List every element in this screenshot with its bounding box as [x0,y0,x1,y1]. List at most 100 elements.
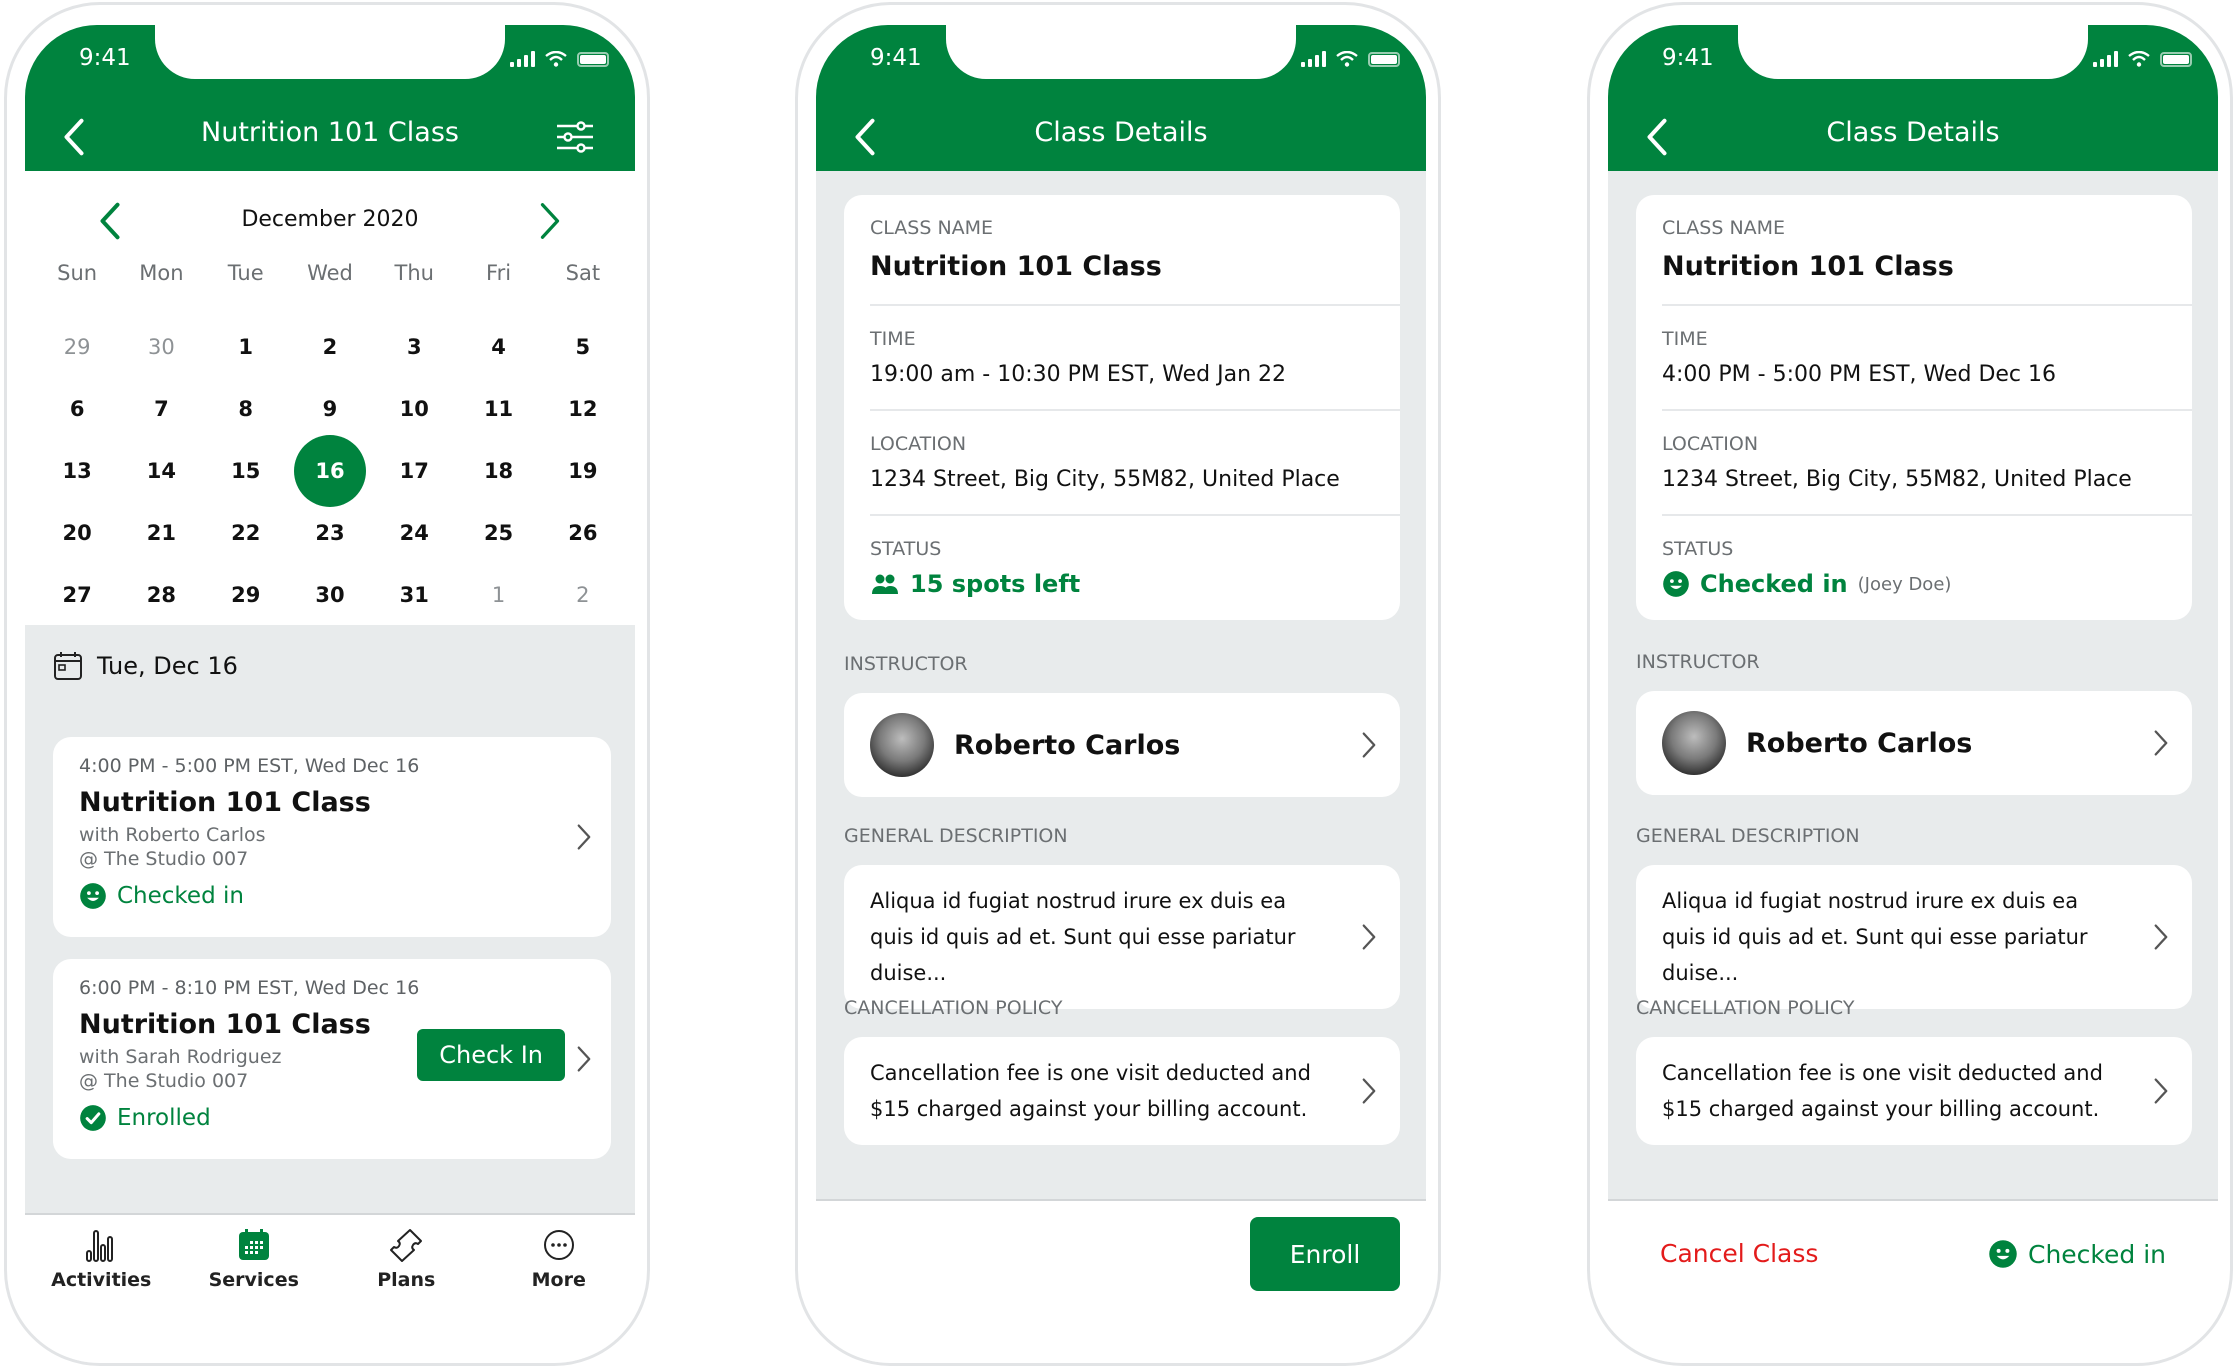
tab-services[interactable]: Services [178,1215,331,1363]
tab-plans[interactable]: Plans [330,1215,483,1363]
class-instructor: with Roberto Carlos [79,824,266,846]
tab-activities[interactable]: Activities [25,1215,178,1363]
calendar-day[interactable]: 30 [119,316,203,378]
status-time: 9:41 [1662,45,1714,71]
calendar-day[interactable]: 10 [372,378,456,440]
calendar-day[interactable]: 27 [35,564,119,626]
class-time: 6:00 PM - 8:10 PM EST, Wed Dec 16 [79,977,420,999]
status-time: 9:41 [870,45,922,71]
calendar-icon [238,1229,269,1260]
signal-icon [1301,51,1326,67]
calendar-day[interactable]: 2 [288,316,372,378]
status-row: STATUS 15 spots left [870,516,1400,620]
chevron-right-icon [1360,923,1378,951]
calendar-day[interactable]: 8 [204,378,288,440]
weekday-label: Mon [139,261,184,285]
time-label: TIME [870,328,916,350]
calendar-day[interactable]: 13 [35,440,119,502]
calendar-day[interactable]: 28 [119,564,203,626]
calendar-day-number: 31 [399,583,429,607]
calendar-day[interactable]: 1 [204,316,288,378]
calendar-day[interactable]: 18 [456,440,540,502]
calendar-day-number: 29 [63,335,91,359]
policy-row[interactable]: Cancellation fee is one visit deducted a… [844,1037,1400,1145]
bottom-action-bar: Enroll [816,1199,1426,1363]
page-title: Class Details [1826,117,2000,148]
calendar-day[interactable]: 19 [541,440,625,502]
ticket-icon [390,1229,423,1262]
calendar-day[interactable]: 5 [541,316,625,378]
calendar-day[interactable]: 15 [204,440,288,502]
calendar-day[interactable]: 30 [288,564,372,626]
calendar-day-number: 2 [322,335,338,359]
calendar-day[interactable]: 25 [456,502,540,564]
instructor-row[interactable]: Roberto Carlos [1636,691,2192,795]
calendar-day[interactable]: 21 [119,502,203,564]
calendar-day[interactable]: 2 [541,564,625,626]
policy-row[interactable]: Cancellation fee is one visit deducted a… [1636,1037,2192,1145]
filter-icon[interactable] [555,117,595,157]
phone-class-details-checked-in: 9:41 Class Details CLASS NAME Nutrition … [1587,2,2233,1366]
time-row: TIME 4:00 PM - 5:00 PM EST, Wed Dec 16 [1662,306,2192,411]
calendar-day-selected[interactable]: 16 [288,435,372,507]
calendar-day-number: 11 [483,397,514,421]
class-name-value: Nutrition 101 Class [870,251,1162,282]
tab-bar: Activities Services Plans More [25,1213,636,1363]
time-label: TIME [1662,328,1708,350]
chevron-right-icon [2152,923,2170,951]
next-month-button[interactable] [535,201,565,241]
avatar [1662,711,1726,775]
time-value: 19:00 am - 10:30 PM EST, Wed Jan 22 [870,362,1287,387]
class-status: Checked in [79,882,585,910]
class-info-card: CLASS NAME Nutrition 101 Class TIME 4:00… [1636,195,2192,620]
description-row[interactable]: Aliqua id fugiat nostrud irure ex duis e… [1636,865,2192,1009]
description-row[interactable]: Aliqua id fugiat nostrud irure ex duis e… [844,865,1400,1009]
calendar-day[interactable]: 1 [456,564,540,626]
calendar-day[interactable]: 9 [288,378,372,440]
tab-more[interactable]: More [483,1215,636,1363]
calendar-day[interactable]: 23 [288,502,372,564]
phone-class-details-enroll: 9:41 Class Details CLASS NAME Nutrition … [795,2,1441,1366]
battery-icon [2160,52,2192,67]
calendar-day-number: 29 [231,583,261,607]
calendar-day[interactable]: 17 [372,440,456,502]
phone-schedule-screen: 9:41 Nutrition 101 Class December 2020 S… [4,2,650,1366]
calendar-day[interactable]: 12 [541,378,625,440]
checked-in-indicator: Checked in [1988,1239,2166,1269]
class-card[interactable]: 6:00 PM - 8:10 PM EST, Wed Dec 16 Nutrit… [53,959,611,1159]
calendar-day[interactable]: 29 [35,316,119,378]
calendar-day[interactable]: 29 [204,564,288,626]
app-header: 9:41 Class Details [1608,23,2218,171]
calendar-day-number: 4 [491,335,506,359]
chevron-right-icon [1360,731,1378,759]
weekday-label: Sat [565,261,601,285]
check-in-button[interactable]: Check In [417,1029,565,1081]
calendar-day-number: 17 [399,459,429,483]
calendar-day[interactable]: 20 [35,502,119,564]
class-card[interactable]: 4:00 PM - 5:00 PM EST, Wed Dec 16 Nutrit… [53,737,611,937]
notch [155,23,505,79]
page-title: Nutrition 101 Class [201,117,459,148]
enroll-button[interactable]: Enroll [1250,1217,1400,1291]
instructor-row[interactable]: Roberto Carlos [844,693,1400,797]
calendar-day[interactable]: 11 [456,378,540,440]
calendar-day[interactable]: 3 [372,316,456,378]
smile-icon [79,882,107,910]
notch [1738,23,2088,79]
calendar-day[interactable]: 22 [204,502,288,564]
time-row: TIME 19:00 am - 10:30 PM EST, Wed Jan 22 [870,306,1400,411]
calendar-day[interactable]: 26 [541,502,625,564]
calendar-day[interactable]: 6 [35,378,119,440]
calendar-day-number: 23 [315,521,345,545]
calendar-day-number: 27 [62,583,92,607]
calendar-day[interactable]: 31 [372,564,456,626]
calendar-day[interactable]: 14 [119,440,203,502]
cancel-class-button[interactable]: Cancel Class [1660,1239,1818,1268]
calendar-day[interactable]: 24 [372,502,456,564]
calendar-day[interactable]: 4 [456,316,540,378]
app-header: 9:41 Nutrition 101 Class [25,23,635,171]
notch [946,23,1296,79]
calendar-day[interactable]: 7 [119,378,203,440]
class-status: Enrolled [79,1104,585,1132]
calendar-day-number: 19 [568,459,598,483]
